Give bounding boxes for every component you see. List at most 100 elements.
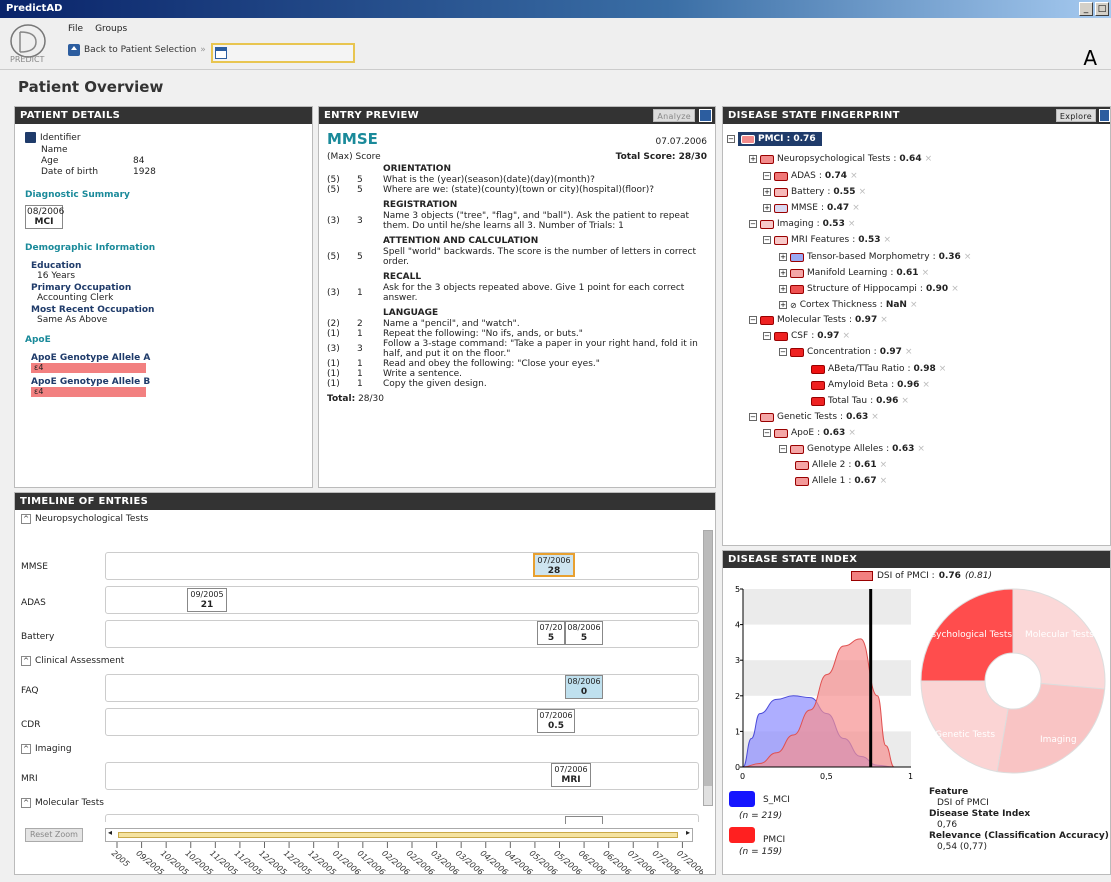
expand-icon[interactable]: + xyxy=(749,155,757,163)
remove-icon[interactable]: × xyxy=(880,315,888,325)
collapse-icon[interactable]: − xyxy=(763,332,771,340)
remove-icon[interactable]: × xyxy=(880,460,888,470)
tree-node[interactable]: + Manifold Learning : 0.61 × xyxy=(779,268,929,278)
diagnosis-badge[interactable]: 08/2006 MCI xyxy=(25,205,64,229)
entry-faq[interactable]: 08/2006 0 xyxy=(565,675,603,699)
entry-mmse[interactable]: 07/2006 28 xyxy=(533,553,575,577)
minimize-button[interactable]: _ xyxy=(1079,2,1093,16)
collapse-icon[interactable]: − xyxy=(749,316,757,324)
collapse-icon[interactable]: − xyxy=(749,220,757,228)
tree-node[interactable]: − Genetic Tests : 0.63 × xyxy=(749,412,879,422)
window-titlebar: PredictAD xyxy=(0,0,1111,18)
remove-icon[interactable]: × xyxy=(951,284,959,294)
tree-root[interactable]: − PMCI : 0.76 xyxy=(727,132,822,146)
remove-icon[interactable]: × xyxy=(852,203,860,213)
remove-icon[interactable]: × xyxy=(848,219,856,229)
expand-icon[interactable]: + xyxy=(779,269,787,277)
explore-button[interactable]: Explore xyxy=(1055,109,1096,122)
remove-icon[interactable]: × xyxy=(884,235,892,245)
remove-icon[interactable]: × xyxy=(859,187,867,197)
tree-node[interactable]: − ApoE : 0.63 × xyxy=(763,428,856,438)
tree-node[interactable]: − MRI Features : 0.53 × xyxy=(763,235,891,245)
tree-node[interactable]: Amyloid Beta : 0.96 × xyxy=(811,380,930,390)
collapse-icon[interactable]: − xyxy=(779,445,787,453)
breadcrumb-current[interactable] xyxy=(211,43,355,63)
entry-battery-1[interactable]: 07/20 5 xyxy=(537,621,565,645)
collapse-icon[interactable]: − xyxy=(779,348,787,356)
chevron-up-icon[interactable]: ^ xyxy=(21,798,31,808)
tree-node[interactable]: − ADAS : 0.74 × xyxy=(763,171,858,181)
entry-molecular[interactable] xyxy=(565,816,603,824)
entry-mri[interactable]: 07/2006 MRI xyxy=(551,763,591,787)
expand-icon[interactable]: + xyxy=(763,204,771,212)
chevron-up-icon[interactable]: ^ xyxy=(21,744,31,754)
tree-node[interactable]: Total Tau : 0.96 × xyxy=(811,396,909,406)
remove-icon[interactable]: × xyxy=(850,171,858,181)
pie-segment-neuro xyxy=(920,680,1009,773)
expand-icon[interactable]: + xyxy=(779,253,787,261)
zoom-window[interactable] xyxy=(118,832,678,838)
collapse-icon[interactable]: − xyxy=(763,172,771,180)
collapse-icon[interactable]: − xyxy=(749,413,757,421)
remove-icon[interactable]: × xyxy=(922,268,930,278)
remove-icon[interactable]: × xyxy=(910,300,918,310)
demographic-title: Demographic Information xyxy=(25,243,156,253)
zoom-right-arrow[interactable]: ▸ xyxy=(686,828,690,837)
font-size-button[interactable]: A xyxy=(1083,46,1097,70)
collapse-icon[interactable]: − xyxy=(763,236,771,244)
remove-icon[interactable]: × xyxy=(871,412,879,422)
remove-icon[interactable]: × xyxy=(917,444,925,454)
tree-node[interactable]: + ⊘ Cortex Thickness : NaN × xyxy=(779,300,918,310)
tree-node[interactable]: − Imaging : 0.53 × xyxy=(749,219,855,229)
group-imaging[interactable]: ^ Imaging xyxy=(21,744,72,754)
tree-node[interactable]: Allele 1 : 0.67 × xyxy=(795,476,887,486)
tree-node[interactable]: Allele 2 : 0.61 × xyxy=(795,460,887,470)
expand-icon[interactable]: + xyxy=(779,285,787,293)
tree-node[interactable]: + Battery : 0.55 × xyxy=(763,187,866,197)
explore-icon[interactable] xyxy=(1099,109,1110,122)
zoom-left-arrow[interactable]: ◂ xyxy=(108,828,112,837)
remove-icon[interactable]: × xyxy=(925,154,933,164)
group-molecular[interactable]: ^ Molecular Tests xyxy=(21,798,104,808)
entry-adas[interactable]: 09/2005 21 xyxy=(187,588,227,612)
entry-cdr[interactable]: 07/2006 0.5 xyxy=(537,709,575,733)
zoom-range-bar[interactable]: ◂ ▸ xyxy=(105,828,693,842)
collapse-icon[interactable]: − xyxy=(727,135,735,143)
remove-icon[interactable]: × xyxy=(901,396,909,406)
tree-node[interactable]: − Concentration : 0.97 × xyxy=(779,347,912,357)
group-neuro[interactable]: ^ Neuropsychological Tests xyxy=(21,514,148,524)
scrollbar-thumb[interactable] xyxy=(704,531,712,786)
chevron-up-icon[interactable]: ^ xyxy=(21,514,31,524)
group-clinical[interactable]: ^ Clinical Assessment xyxy=(21,656,124,666)
expand-icon[interactable]: + xyxy=(763,188,771,196)
total-label: Total: xyxy=(327,394,356,404)
remove-icon[interactable]: × xyxy=(964,252,972,262)
entry-battery-2[interactable]: 08/2006 5 xyxy=(565,621,603,645)
timeline-scrollbar[interactable] xyxy=(703,530,713,806)
analyze-icon[interactable] xyxy=(699,109,712,122)
tree-node[interactable]: − CSF : 0.97 × xyxy=(763,331,850,341)
reset-zoom-button[interactable]: Reset Zoom xyxy=(25,828,83,842)
maximize-button[interactable]: □ xyxy=(1095,2,1109,16)
tree-node[interactable]: + Tensor-based Morphometry : 0.36 × xyxy=(779,252,971,262)
tree-node[interactable]: + Neuropsychological Tests : 0.64 × xyxy=(749,154,932,164)
node-sep: : xyxy=(890,268,894,278)
expand-icon[interactable]: + xyxy=(779,301,787,309)
remove-icon[interactable]: × xyxy=(939,364,947,374)
tree-node[interactable]: + Structure of Hippocampi : 0.90 × xyxy=(779,284,959,294)
tree-node[interactable]: + MMSE : 0.47 × xyxy=(763,203,860,213)
collapse-icon[interactable]: − xyxy=(763,429,771,437)
tree-node[interactable]: − Genotype Alleles : 0.63 × xyxy=(779,444,925,454)
menu-groups[interactable]: Groups xyxy=(95,24,127,34)
tree-node[interactable]: − Molecular Tests : 0.97 × xyxy=(749,315,888,325)
remove-icon[interactable]: × xyxy=(848,428,856,438)
remove-icon[interactable]: × xyxy=(880,476,888,486)
remove-icon[interactable]: × xyxy=(842,331,850,341)
tree-node[interactable]: ABeta/TTau Ratio : 0.98 × xyxy=(811,364,946,374)
back-to-selection-button[interactable]: Back to Patient Selection » xyxy=(68,44,206,56)
analyze-button[interactable]: Analyze xyxy=(653,109,695,122)
remove-icon[interactable]: × xyxy=(922,380,930,390)
remove-icon[interactable]: × xyxy=(905,347,913,357)
chevron-up-icon[interactable]: ^ xyxy=(21,656,31,666)
menu-file[interactable]: File xyxy=(68,24,83,34)
